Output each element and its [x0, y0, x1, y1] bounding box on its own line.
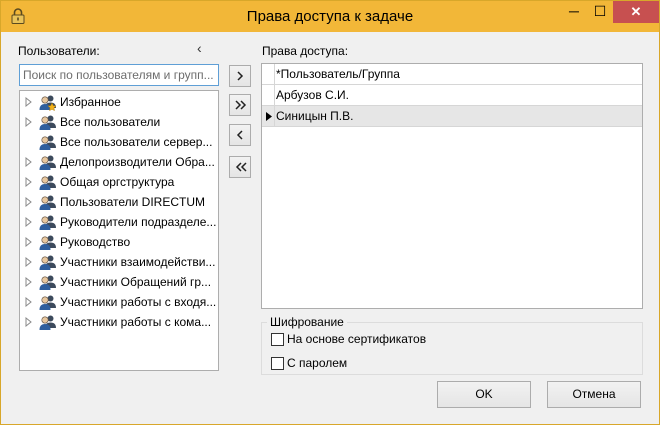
expand-arrow-icon[interactable] [25, 97, 33, 107]
users-group-icon [39, 235, 56, 250]
double-chevron-right-icon [235, 100, 247, 110]
users-group-icon [39, 295, 56, 310]
current-row-icon [266, 112, 272, 121]
password-checkbox[interactable] [271, 357, 284, 370]
expand-arrow-icon[interactable] [25, 257, 33, 267]
certificate-checkbox[interactable] [271, 333, 284, 346]
tree-item-label: Участники Обращений гр... [60, 275, 212, 289]
chevron-left-icon [236, 130, 243, 140]
dialog-window: Права доступа к задаче ─ ☐ ✕ Пользовател… [0, 0, 660, 425]
users-group-icon [39, 155, 56, 170]
tree-item-label: Все пользователи [60, 115, 161, 129]
certificate-label[interactable]: На основе сертификатов [287, 332, 426, 346]
expand-arrow-icon[interactable] [25, 237, 33, 247]
tree-item-label: Делопроизводители Обра... [60, 155, 215, 169]
remove-all-button[interactable] [229, 156, 251, 178]
tree-item[interactable]: Участники работы с кома... [20, 312, 218, 332]
tree-item[interactable]: Общая оргструктура [20, 172, 218, 192]
tree-item[interactable]: Делопроизводители Обра... [20, 152, 218, 172]
tree-item-label: Избранное [60, 95, 121, 109]
table-row-selected[interactable]: Синицын П.В. [262, 106, 642, 127]
table-row[interactable]: Арбузов С.И. [262, 85, 642, 106]
users-group-icon [39, 135, 56, 150]
tree-item[interactable]: Руководство [20, 232, 218, 252]
users-label: Пользователи: [18, 44, 100, 58]
tree-item[interactable]: Участники работы с входя... [20, 292, 218, 312]
chevron-right-icon [237, 71, 244, 81]
users-group-icon [39, 175, 56, 190]
tree-item[interactable]: Пользователи DIRECTUM [20, 192, 218, 212]
title-bar[interactable]: Права доступа к задаче ─ ☐ ✕ [1, 1, 659, 32]
maximize-button[interactable]: ☐ [587, 1, 613, 23]
tree-item-label: Пользователи DIRECTUM [60, 195, 205, 209]
add-selected-button[interactable] [229, 65, 251, 87]
password-label[interactable]: С паролем [287, 356, 347, 370]
grid-cell-user: Арбузов С.И. [276, 88, 349, 102]
tree-item[interactable]: Все пользователи сервер... [20, 132, 218, 152]
users-tree[interactable]: Избранное Все пользователи Все пользовател… [19, 90, 219, 371]
expand-arrow-icon[interactable] [25, 317, 33, 327]
tree-item-label: Общая оргструктура [60, 175, 175, 189]
expand-arrow-icon[interactable] [25, 197, 33, 207]
search-input[interactable] [19, 64, 219, 86]
close-button[interactable]: ✕ [613, 1, 659, 23]
double-chevron-left-icon [235, 162, 247, 172]
users-group-icon [39, 275, 56, 290]
access-rights-grid[interactable]: *Пользователь/Группа Арбузов С.И. Синицы… [261, 63, 643, 309]
users-group-icon [39, 315, 56, 330]
users-group-icon [39, 215, 56, 230]
access-rights-label: Права доступа: [262, 44, 349, 58]
cancel-button[interactable]: Отмена [547, 381, 641, 408]
expand-arrow-icon[interactable] [25, 157, 33, 167]
users-group-icon [39, 115, 56, 130]
tree-item[interactable]: Участники взаимодействи... [20, 252, 218, 272]
add-all-button[interactable] [229, 94, 251, 116]
tree-item-label: Руководство [60, 235, 131, 249]
remove-selected-button[interactable] [229, 124, 251, 146]
row-indicator-divider [274, 64, 275, 127]
expand-arrow-icon[interactable] [25, 217, 33, 227]
expand-arrow-icon[interactable] [25, 277, 33, 287]
favorites-users-icon [39, 95, 57, 111]
tree-item-label: Руководители подразделе... [60, 215, 217, 229]
tree-item-label: Участники работы с кома... [60, 315, 212, 329]
column-header-user-group: *Пользователь/Группа [276, 67, 400, 81]
tree-item-label: Участники работы с входя... [60, 295, 217, 309]
expand-arrow-icon[interactable] [25, 117, 33, 127]
tree-item-label: Участники взаимодействи... [60, 255, 216, 269]
expand-arrow-icon[interactable] [25, 297, 33, 307]
chevron-left-icon[interactable]: ‹ [197, 41, 209, 55]
expand-arrow-icon[interactable] [25, 177, 33, 187]
tree-item[interactable]: Участники Обращений гр... [20, 272, 218, 292]
users-group-icon [39, 255, 56, 270]
grid-cell-user: Синицын П.В. [276, 109, 354, 123]
tree-item[interactable]: Избранное [20, 92, 218, 112]
tree-item[interactable]: Все пользователи [20, 112, 218, 132]
ok-button[interactable]: OK [437, 381, 531, 408]
minimize-button[interactable]: ─ [561, 1, 587, 23]
users-group-icon [39, 195, 56, 210]
tree-item-label: Все пользователи сервер... [60, 135, 213, 149]
encryption-title: Шифрование [267, 315, 347, 329]
grid-header[interactable]: *Пользователь/Группа [262, 64, 642, 85]
tree-item[interactable]: Руководители подразделе... [20, 212, 218, 232]
